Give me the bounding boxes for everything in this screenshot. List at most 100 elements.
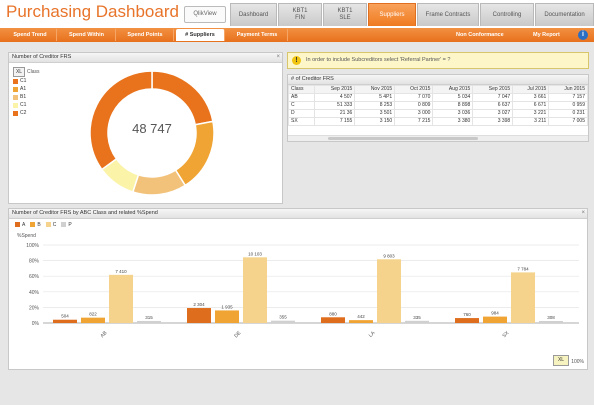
- tab-kbt1-sle[interactable]: KBT1 SLE: [323, 3, 367, 26]
- table-cell: 3 398: [472, 117, 514, 126]
- bar[interactable]: [483, 316, 507, 323]
- tab-frame-contracts[interactable]: Frame Contracts: [417, 3, 479, 26]
- tab-documentation[interactable]: Documentation: [535, 3, 594, 26]
- donut-legend-item[interactable]: A1: [13, 85, 63, 93]
- legend-label: C: [52, 222, 57, 228]
- donut-legend-item[interactable]: B1: [13, 93, 63, 101]
- close-icon[interactable]: ×: [581, 209, 585, 218]
- bar[interactable]: [511, 272, 535, 323]
- table-row[interactable]: C 51 333 8 253 0 809 8 898 6 637 6 671 0 959: [287, 101, 588, 110]
- info-note: ! In order to include Subcreditors selec…: [287, 52, 589, 69]
- bar[interactable]: [349, 320, 373, 323]
- bar-chart-panel: Number of Creditor FRS by ABC Class and …: [8, 208, 588, 370]
- logo: QlikView: [184, 6, 226, 23]
- bar[interactable]: [53, 319, 77, 323]
- table-column-header[interactable]: Sep 2015: [314, 85, 356, 94]
- xl-export-icon[interactable]: XL: [553, 355, 569, 366]
- donut-legend-item[interactable]: C2: [13, 109, 63, 117]
- donut-slice[interactable]: [151, 70, 214, 126]
- donut-slice[interactable]: [131, 169, 187, 196]
- sheet-tab-payment-terms[interactable]: Payment Terms: [227, 29, 288, 41]
- table-row[interactable]: D 21 36 3 501 3 000 3 036 3 027 3 221 0 231: [287, 109, 588, 118]
- bar-value-label: 355: [279, 315, 287, 320]
- warning-icon: !: [292, 56, 301, 65]
- legend-title: Class: [27, 69, 40, 75]
- donut-legend-item[interactable]: C1: [13, 101, 63, 109]
- horizontal-scrollbar[interactable]: [288, 135, 588, 141]
- table-cell: 7 047: [472, 93, 514, 102]
- bar-legend-item[interactable]: B: [30, 222, 41, 228]
- bar-panel-title: Number of Creditor FRS by ABC Class and …: [9, 209, 587, 219]
- sheet-tab-spend-within[interactable]: Spend Within: [58, 29, 116, 41]
- sheet-tab-spend-trend[interactable]: Spend Trend: [4, 29, 57, 41]
- bar[interactable]: [539, 320, 563, 323]
- donut-legend-item[interactable]: C1: [13, 77, 63, 85]
- bar[interactable]: [187, 308, 211, 323]
- table-cell: 3 150: [354, 117, 396, 126]
- table-column-header[interactable]: Jul 2015: [512, 85, 550, 94]
- bar[interactable]: [271, 320, 295, 323]
- table-cell: 3 000: [394, 109, 434, 118]
- bar[interactable]: [321, 317, 345, 323]
- table-column-header[interactable]: Jun 2015: [548, 85, 588, 94]
- tab-controlling[interactable]: Controlling: [480, 3, 534, 26]
- bar-value-label: 10 103: [248, 251, 262, 256]
- legend-label: C1: [20, 78, 27, 84]
- bar[interactable]: [405, 320, 429, 323]
- table-cell: 3 211: [512, 117, 550, 126]
- table-panel-title: # of Creditor FRS: [288, 75, 588, 85]
- non-conformance-link[interactable]: Non Conformance: [456, 29, 504, 41]
- table-row[interactable]: SX 7 155 3 150 7 215 3 380 3 398 3 211 7 005: [287, 117, 588, 126]
- legend-swatch: [61, 222, 67, 228]
- close-icon[interactable]: ×: [276, 53, 280, 62]
- y-tick-label: 60%: [29, 274, 40, 280]
- xl-icon[interactable]: XL: [13, 67, 25, 77]
- bar-chart: 0% 20% 40% 60% 80% 100% 504 822 7 410 315 AB 2 304 1…: [26, 243, 579, 339]
- bar-value-label: 308: [547, 315, 555, 320]
- table-column-header[interactable]: Aug 2015: [432, 85, 474, 94]
- tab-dashboard[interactable]: Dashboard: [230, 3, 277, 26]
- table-column-header[interactable]: Oct 2015: [394, 85, 434, 94]
- bar[interactable]: [109, 274, 133, 323]
- table-column-header[interactable]: Sep 2015: [472, 85, 514, 94]
- bar[interactable]: [81, 317, 105, 323]
- creditor-table: Class Sep 2015 Nov 2015 Oct 2015 Aug 2015 Se…: [287, 85, 588, 126]
- table-cell: 3 661: [512, 93, 550, 102]
- bar[interactable]: [137, 320, 161, 323]
- donut-panel-title: Number of Creditor FRS: [9, 53, 282, 63]
- donut-center-value: 48 747: [132, 121, 172, 136]
- legend-swatch: [13, 110, 18, 116]
- top-header: Purchasing Dashboard QlikView Dashboard …: [0, 0, 594, 29]
- info-note-text: In order to include Subcreditors select …: [306, 57, 451, 63]
- table-col-header[interactable]: Class: [287, 85, 316, 94]
- y-tick-label: 100%: [26, 243, 39, 249]
- bar[interactable]: [243, 257, 267, 323]
- bar-legend-item[interactable]: P: [61, 222, 72, 228]
- scrollbar-thumb[interactable]: [328, 137, 478, 140]
- table-cell: 8 898: [432, 101, 474, 110]
- bar-legend-item[interactable]: C: [45, 222, 57, 228]
- bar[interactable]: [377, 259, 401, 323]
- info-icon[interactable]: i: [578, 30, 588, 40]
- bar[interactable]: [215, 310, 239, 323]
- bar-value-label: 984: [491, 311, 499, 316]
- sheet-tab-spend-points[interactable]: Spend Points: [117, 29, 174, 41]
- bar-value-label: 315: [145, 315, 153, 320]
- table-column-header[interactable]: Nov 2015: [354, 85, 396, 94]
- legend-swatch: [13, 102, 18, 108]
- table-cell: 6 637: [472, 101, 514, 110]
- table-row-label: AB: [287, 93, 316, 102]
- bar-value-label: 504: [61, 314, 69, 319]
- x-tick-label: AB: [99, 330, 108, 339]
- donut-legend: XL Class C1 A1 B1 C1 C2: [13, 67, 63, 117]
- sheet-tab-suppliers[interactable]: # Suppliers: [176, 29, 225, 41]
- legend-label: C1: [20, 102, 27, 108]
- y-tick-label: 40%: [29, 290, 40, 296]
- bar-legend-item[interactable]: A: [15, 222, 25, 228]
- tab-kbt1-fin[interactable]: KBT1 FIN: [278, 3, 322, 26]
- my-report-link[interactable]: My Report: [533, 29, 560, 41]
- table-row[interactable]: AB 4 507 5 4P1 7 070 5 034 7 047 3 661 7 157: [287, 93, 588, 102]
- tab-suppliers[interactable]: Suppliers: [368, 3, 416, 26]
- legend-swatch: [15, 222, 20, 228]
- bar[interactable]: [455, 318, 479, 323]
